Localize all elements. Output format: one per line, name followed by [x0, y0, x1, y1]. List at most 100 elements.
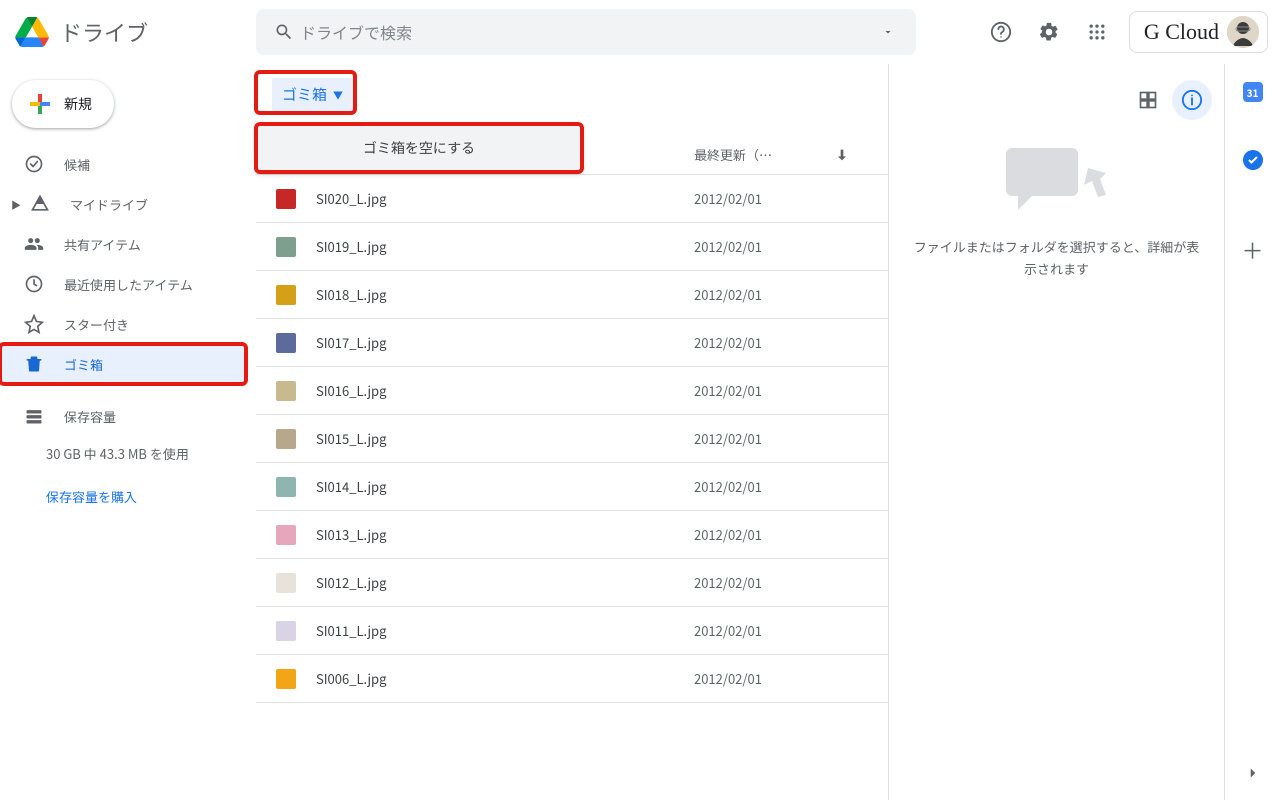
sidebar-item-storage[interactable]: 保存容量 — [0, 396, 240, 436]
trash-dropdown-menu: ゴミ箱を空にする — [256, 124, 582, 172]
app-header: ドライブ G Cloud — [0, 0, 1280, 64]
file-date: 2012/02/01 — [694, 333, 864, 352]
sidebar-item-priority[interactable]: 候補 — [0, 144, 240, 184]
side-rail: 31 ＋ — [1224, 64, 1280, 800]
sidebar-item-starred[interactable]: スター付き — [0, 304, 240, 344]
file-row[interactable]: SI016_L.jpg2012/02/01 — [256, 367, 888, 415]
file-thumb-icon — [276, 189, 296, 209]
file-name: SI018_L.jpg — [316, 285, 694, 304]
file-row[interactable]: SI006_L.jpg2012/02/01 — [256, 655, 888, 703]
sidebar-item-label: 最近使用したアイテム — [64, 275, 193, 294]
file-thumb-icon — [276, 237, 296, 257]
file-row[interactable]: SI020_L.jpg2012/02/01 — [256, 175, 888, 223]
file-name: SI011_L.jpg — [316, 621, 694, 640]
collapse-rail-icon[interactable] — [1244, 764, 1262, 782]
header-actions: G Cloud — [951, 11, 1268, 53]
file-thumb-icon — [276, 285, 296, 305]
main-area: ゴミ箱 ▼ ゴミ箱を空にする 名前 最終更新（… SI020_L.jpg2012… — [256, 64, 1224, 800]
file-name: SI020_L.jpg — [316, 189, 694, 208]
file-row[interactable]: SI017_L.jpg2012/02/01 — [256, 319, 888, 367]
file-name: SI014_L.jpg — [316, 477, 694, 496]
settings-icon[interactable] — [1029, 12, 1069, 52]
file-list: SI020_L.jpg2012/02/01SI019_L.jpg2012/02/… — [256, 175, 888, 703]
search-dropdown-icon[interactable] — [872, 12, 904, 52]
new-button-label: 新規 — [64, 94, 92, 114]
search-input[interactable] — [300, 20, 872, 44]
plus-icon — [28, 92, 52, 116]
file-row[interactable]: SI011_L.jpg2012/02/01 — [256, 607, 888, 655]
tasks-app-icon[interactable] — [1243, 150, 1263, 170]
help-icon[interactable] — [981, 12, 1021, 52]
info-icon[interactable] — [1172, 80, 1212, 120]
file-thumb-icon — [276, 669, 296, 689]
details-panel: ファイルまたはフォルダを選択すると、詳細が表示されます — [888, 64, 1224, 800]
file-date: 2012/02/01 — [694, 429, 864, 448]
drive-logo-icon — [12, 12, 52, 52]
sidebar-item-label: 共有アイテム — [64, 235, 141, 254]
file-date: 2012/02/01 — [694, 525, 864, 544]
logo-area[interactable]: ドライブ — [12, 12, 256, 52]
file-name: SI016_L.jpg — [316, 381, 694, 400]
empty-trash-menu-item[interactable]: ゴミ箱を空にする — [256, 124, 582, 172]
grid-view-icon[interactable] — [1128, 80, 1168, 120]
add-app-icon[interactable]: ＋ — [1241, 234, 1263, 266]
file-name: SI013_L.jpg — [316, 525, 694, 544]
app-title: ドライブ — [60, 16, 148, 48]
file-date: 2012/02/01 — [694, 237, 864, 256]
file-thumb-icon — [276, 621, 296, 641]
empty-trash-label: ゴミ箱を空にする — [363, 138, 475, 158]
sidebar: 新規 候補 ▶ マイドライブ 共有アイテム 最近使用したアイテム スター付き ゴ… — [0, 64, 256, 800]
file-thumb-icon — [276, 525, 296, 545]
details-empty-text: ファイルまたはフォルダを選択すると、詳細が表示されます — [889, 236, 1224, 280]
content-area: ゴミ箱 ▼ ゴミ箱を空にする 名前 最終更新（… SI020_L.jpg2012… — [256, 64, 888, 800]
avatar-icon — [1227, 16, 1259, 48]
sidebar-item-trash[interactable]: ゴミ箱 — [0, 344, 246, 384]
sidebar-item-label: マイドライブ — [70, 195, 148, 214]
file-thumb-icon — [276, 477, 296, 497]
details-empty-illustration-icon — [997, 138, 1117, 218]
file-thumb-icon — [276, 573, 296, 593]
file-row[interactable]: SI012_L.jpg2012/02/01 — [256, 559, 888, 607]
file-row[interactable]: SI015_L.jpg2012/02/01 — [256, 415, 888, 463]
file-name: SI006_L.jpg — [316, 669, 694, 688]
search-icon — [268, 12, 300, 52]
file-name: SI017_L.jpg — [316, 333, 694, 352]
file-name: SI012_L.jpg — [316, 573, 694, 592]
sidebar-item-label: 保存容量 — [64, 407, 116, 426]
sidebar-item-label: 候補 — [64, 155, 90, 174]
sidebar-item-label: ゴミ箱 — [64, 355, 103, 374]
file-date: 2012/02/01 — [694, 189, 864, 208]
file-thumb-icon — [276, 381, 296, 401]
file-row[interactable]: SI013_L.jpg2012/02/01 — [256, 511, 888, 559]
chevron-down-icon: ▼ — [333, 87, 343, 102]
sidebar-item-label: スター付き — [64, 315, 129, 334]
sidebar-item-shared[interactable]: 共有アイテム — [0, 224, 240, 264]
file-date: 2012/02/01 — [694, 621, 864, 640]
file-name: SI015_L.jpg — [316, 429, 694, 448]
file-date: 2012/02/01 — [694, 477, 864, 496]
sort-arrow-icon[interactable] — [834, 147, 864, 163]
storage-usage-text: 30 GB 中 43.3 MB を使用 — [46, 444, 256, 463]
file-name: SI019_L.jpg — [316, 237, 694, 256]
file-row[interactable]: SI014_L.jpg2012/02/01 — [256, 463, 888, 511]
search-bar[interactable] — [256, 9, 916, 55]
file-thumb-icon — [276, 333, 296, 353]
apps-grid-icon[interactable] — [1077, 12, 1117, 52]
account-switcher[interactable]: G Cloud — [1129, 11, 1268, 53]
trash-dropdown-button[interactable]: ゴミ箱 ▼ — [272, 78, 353, 111]
file-date: 2012/02/01 — [694, 573, 864, 592]
calendar-app-icon[interactable]: 31 — [1243, 82, 1263, 102]
sidebar-item-mydrive[interactable]: ▶ マイドライブ — [0, 184, 240, 224]
new-button[interactable]: 新規 — [12, 80, 114, 128]
trash-dropdown-label: ゴミ箱 — [282, 84, 327, 105]
caret-right-icon: ▶ — [8, 197, 24, 212]
file-date: 2012/02/01 — [694, 285, 864, 304]
file-date: 2012/02/01 — [694, 669, 864, 688]
buy-storage-link[interactable]: 保存容量を購入 — [46, 487, 137, 506]
file-date: 2012/02/01 — [694, 381, 864, 400]
account-name: G Cloud — [1144, 19, 1219, 45]
file-row[interactable]: SI019_L.jpg2012/02/01 — [256, 223, 888, 271]
sidebar-item-recent[interactable]: 最近使用したアイテム — [0, 264, 240, 304]
column-header-date[interactable]: 最終更新（… — [694, 145, 834, 164]
file-row[interactable]: SI018_L.jpg2012/02/01 — [256, 271, 888, 319]
